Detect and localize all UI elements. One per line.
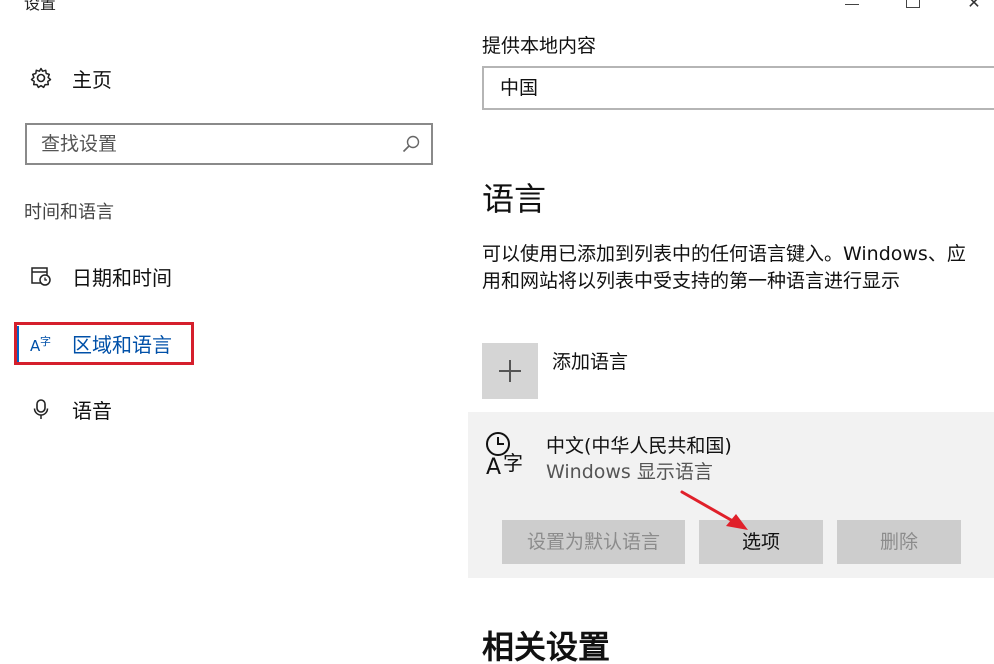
add-language-button[interactable]: 添加语言: [482, 343, 628, 399]
microphone-icon: [30, 398, 52, 420]
sidebar-item-label: 主页: [72, 67, 112, 92]
svg-text:A: A: [486, 455, 501, 478]
add-language-label: 添加语言: [552, 351, 629, 373]
search-box: [25, 123, 433, 165]
gear-icon: [30, 67, 52, 89]
related-settings-heading: 相关设置: [482, 628, 611, 664]
sidebar-item-home[interactable]: 主页: [30, 62, 112, 94]
region-label: 提供本地内容: [482, 35, 597, 57]
settings-window: 设置 ✕ 主页 时间和语言: [0, 0, 994, 664]
region-dropdown[interactable]: 中国: [482, 66, 994, 110]
sidebar-item-label: 语音: [72, 398, 112, 423]
main-content: 提供本地内容 中国 语言 可以使用已添加到列表中的任何语言键入。Windows、…: [460, 0, 994, 664]
sidebar: 主页 时间和语言 日期和时间: [0, 0, 460, 664]
svg-text:字: 字: [503, 451, 523, 475]
section-header: 时间和语言: [24, 202, 114, 223]
search-icon[interactable]: [401, 134, 421, 154]
language-description: 可以使用已添加到列表中的任何语言键入。Windows、应用和网站将以列表中受支持…: [482, 243, 966, 292]
sidebar-item-date-time[interactable]: 日期和时间: [30, 258, 172, 294]
sidebar-item-label: 日期和时间: [72, 265, 172, 290]
remove-button[interactable]: 删除: [837, 520, 961, 564]
set-default-button[interactable]: 设置为默认语言: [502, 520, 685, 564]
language-heading: 语言: [482, 180, 547, 218]
annotation-arrow-icon: [680, 490, 748, 530]
calendar-clock-icon: [30, 265, 52, 287]
highlight-annotation: [14, 322, 194, 365]
language-subtitle: Windows 显示语言: [546, 461, 713, 483]
language-clock-icon: A 字: [484, 430, 532, 480]
sidebar-item-speech[interactable]: 语音: [30, 391, 112, 427]
language-name: 中文(中华人民共和国): [546, 435, 732, 457]
search-input[interactable]: [27, 125, 387, 163]
plus-icon: [482, 343, 538, 399]
